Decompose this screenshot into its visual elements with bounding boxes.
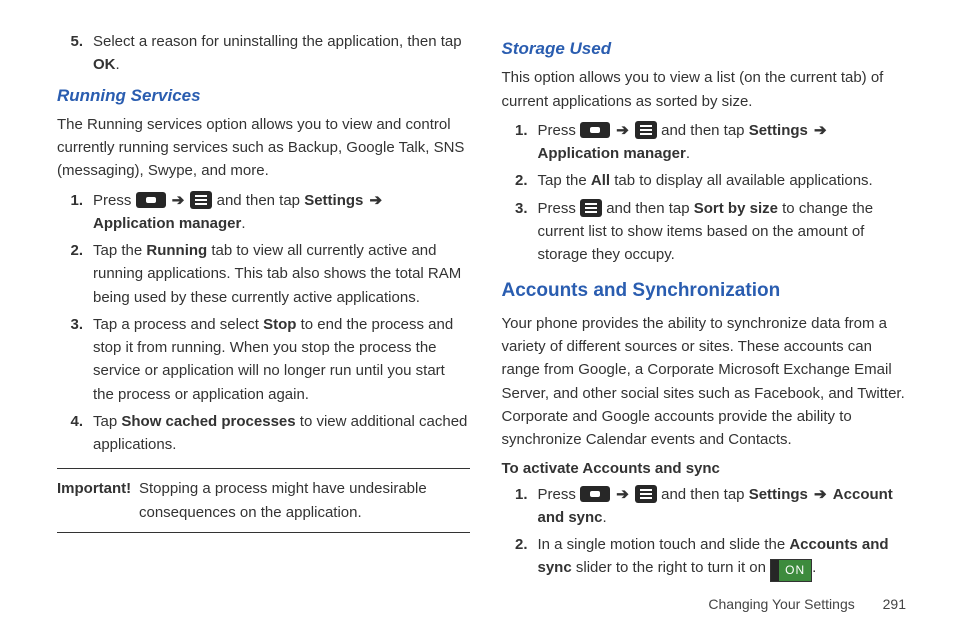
text: Tap the bbox=[538, 172, 591, 189]
step-number: 2. bbox=[510, 533, 538, 582]
bold-text: Settings bbox=[304, 192, 363, 209]
step-number: 3. bbox=[510, 197, 538, 267]
bold-text: Running bbox=[146, 242, 207, 259]
sub-heading: To activate Accounts and sync bbox=[502, 457, 915, 480]
step-body: Tap a process and select Stop to end the… bbox=[93, 313, 470, 406]
left-column: 5. Select a reason for uninstalling the … bbox=[65, 30, 470, 586]
step-number: 5. bbox=[65, 30, 93, 77]
step-body: Press ➔ and then tap Settings ➔ Account … bbox=[538, 483, 915, 530]
list-item: 2. In a single motion touch and slide th… bbox=[510, 533, 915, 582]
text: Tap a process and select bbox=[93, 316, 263, 333]
text: Tap bbox=[93, 413, 121, 430]
text: Press bbox=[538, 200, 581, 217]
step-body: Tap the Running tab to view all currentl… bbox=[93, 239, 470, 309]
text: and then tap bbox=[606, 200, 694, 217]
text: tab to display all available application… bbox=[610, 172, 873, 189]
step-number: 1. bbox=[510, 483, 538, 530]
arrow-icon: ➔ bbox=[368, 192, 385, 209]
bold-text: All bbox=[591, 172, 610, 189]
list-item: 2. Tap the All tab to display all availa… bbox=[510, 169, 915, 192]
step-number: 1. bbox=[65, 189, 93, 236]
text: and then tap bbox=[661, 486, 749, 503]
page-footer: Changing Your Settings 291 bbox=[708, 596, 906, 612]
paragraph: Your phone provides the ability to synch… bbox=[502, 312, 915, 452]
text: slider to the right to turn it on bbox=[572, 559, 770, 576]
text: and then tap bbox=[217, 192, 305, 209]
text: and then tap bbox=[661, 122, 749, 139]
text: Press bbox=[93, 192, 136, 209]
list-item: 5. Select a reason for uninstalling the … bbox=[65, 30, 470, 77]
text: . bbox=[116, 56, 120, 73]
list-item: 1. Press ➔ and then tap Settings ➔ Appli… bbox=[510, 119, 915, 166]
text: . bbox=[603, 509, 607, 526]
step-body: Press ➔ and then tap Settings ➔ Applicat… bbox=[93, 189, 470, 236]
arrow-icon: ➔ bbox=[614, 122, 631, 139]
bold-text: Show cached processes bbox=[121, 413, 295, 430]
important-note: Important! Stopping a process might have… bbox=[57, 468, 470, 533]
home-icon bbox=[580, 122, 610, 138]
menu-icon bbox=[635, 485, 657, 503]
list-item: 1. Press ➔ and then tap Settings ➔ Accou… bbox=[510, 483, 915, 530]
list-item: 3. Tap a process and select Stop to end … bbox=[65, 313, 470, 406]
bold-text: Stop bbox=[263, 316, 296, 333]
list-item: 4. Tap Show cached processes to view add… bbox=[65, 410, 470, 457]
list-item: 2. Tap the Running tab to view all curre… bbox=[65, 239, 470, 309]
on-toggle-icon: ON bbox=[770, 559, 812, 582]
heading-running-services: Running Services bbox=[57, 83, 470, 109]
step-body: Select a reason for uninstalling the app… bbox=[93, 30, 470, 77]
step-number: 4. bbox=[65, 410, 93, 457]
menu-icon bbox=[635, 121, 657, 139]
text: . bbox=[686, 145, 690, 162]
step-number: 3. bbox=[65, 313, 93, 406]
important-label: Important! bbox=[57, 477, 139, 524]
text: Press bbox=[538, 122, 581, 139]
important-text: Stopping a process might have undesirabl… bbox=[139, 477, 470, 524]
step-body: Press and then tap Sort by size to chang… bbox=[538, 197, 915, 267]
list-item: 3. Press and then tap Sort by size to ch… bbox=[510, 197, 915, 267]
bold-text: Settings bbox=[749, 122, 808, 139]
text: Tap the bbox=[93, 242, 146, 259]
step-body: Tap the All tab to display all available… bbox=[538, 169, 915, 192]
heading-storage-used: Storage Used bbox=[502, 36, 915, 62]
footer-section: Changing Your Settings bbox=[708, 596, 854, 612]
bold-text: Sort by size bbox=[694, 200, 778, 217]
text: . bbox=[241, 215, 245, 232]
arrow-icon: ➔ bbox=[170, 192, 187, 209]
menu-icon bbox=[190, 191, 212, 209]
text: . bbox=[812, 559, 816, 576]
page-columns: 5. Select a reason for uninstalling the … bbox=[65, 30, 914, 586]
step-body: Tap Show cached processes to view additi… bbox=[93, 410, 470, 457]
right-column: Storage Used This option allows you to v… bbox=[510, 30, 915, 586]
bold-text: Settings bbox=[749, 486, 808, 503]
paragraph: This option allows you to view a list (o… bbox=[502, 66, 915, 113]
bold-text: Application manager bbox=[538, 145, 686, 162]
step-body: Press ➔ and then tap Settings ➔ Applicat… bbox=[538, 119, 915, 166]
text: Press bbox=[538, 486, 581, 503]
home-icon bbox=[136, 192, 166, 208]
arrow-icon: ➔ bbox=[812, 122, 829, 139]
step-number: 2. bbox=[65, 239, 93, 309]
menu-icon bbox=[580, 199, 602, 217]
text: In a single motion touch and slide the bbox=[538, 536, 790, 553]
arrow-icon: ➔ bbox=[812, 486, 829, 503]
heading-accounts-sync: Accounts and Synchronization bbox=[502, 276, 915, 305]
home-icon bbox=[580, 486, 610, 502]
page-number: 291 bbox=[883, 596, 906, 612]
bold-text: Application manager bbox=[93, 215, 241, 232]
bold-text: OK bbox=[93, 56, 116, 73]
step-body: In a single motion touch and slide the A… bbox=[538, 533, 915, 582]
text: Select a reason for uninstalling the app… bbox=[93, 33, 462, 50]
step-number: 1. bbox=[510, 119, 538, 166]
arrow-icon: ➔ bbox=[614, 486, 631, 503]
list-item: 1. Press ➔ and then tap Settings ➔ Appli… bbox=[65, 189, 470, 236]
step-number: 2. bbox=[510, 169, 538, 192]
paragraph: The Running services option allows you t… bbox=[57, 113, 470, 183]
